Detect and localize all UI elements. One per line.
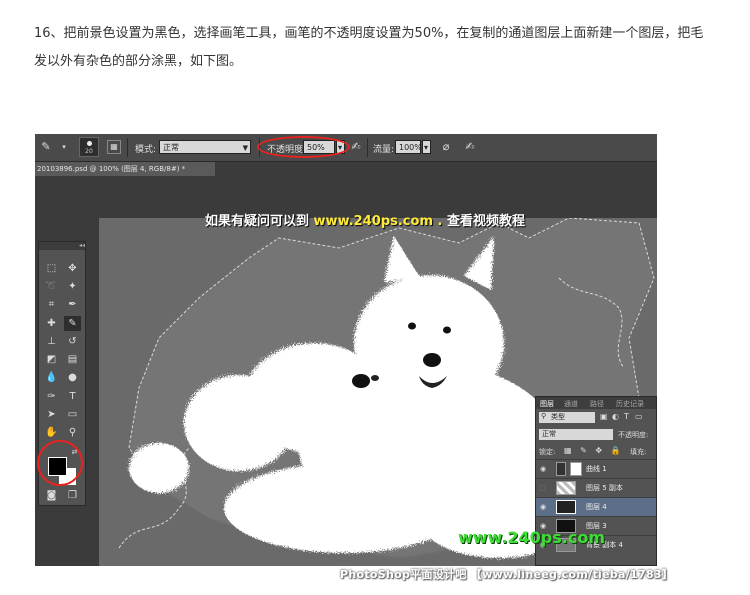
adjustment-layer-thumbnail xyxy=(556,462,566,476)
article-step-text: 16、把前景色设置为黑色，选择画笔工具，画笔的不透明度设置为50%，在复制的通道… xyxy=(34,26,704,69)
layer-name: 图层 4 xyxy=(586,503,607,511)
opacity-highlight-ring xyxy=(257,136,350,158)
panel-collapse-icon[interactable]: ◂◂ xyxy=(39,242,85,250)
brush-tool-icon[interactable]: ✎ xyxy=(39,140,53,154)
screen-mode-icon[interactable]: ❐ xyxy=(64,488,81,503)
layer-mask-thumbnail xyxy=(570,462,582,476)
layer-thumbnail xyxy=(556,500,576,514)
lock-label: 锁定: xyxy=(539,448,556,456)
airbrush-icon[interactable]: ⌀ xyxy=(439,140,453,154)
marquee-tool-icon[interactable]: ⬚ xyxy=(43,261,60,276)
flow-value: 100% xyxy=(399,143,422,152)
move-tool-icon[interactable]: ✥ xyxy=(64,261,81,276)
history-brush-tool-icon[interactable]: ↺ xyxy=(64,334,81,349)
pixel-filter-icon[interactable]: ▣ xyxy=(600,412,608,421)
mode-label: 模式: xyxy=(135,145,157,155)
mode-value: 正常 xyxy=(163,143,179,152)
quick-selection-tool-icon[interactable]: ✦ xyxy=(64,279,81,294)
layer-filter-value: 类型 xyxy=(551,413,565,421)
layer-name: 图层 5 副本 xyxy=(586,484,623,492)
adjustment-filter-icon[interactable]: ◐ xyxy=(612,412,619,421)
document-tab[interactable]: 20103896.psd @ 100% (图层 4, RGB/8#) * xyxy=(35,162,215,176)
separator xyxy=(127,138,128,157)
panel-tabs: 图层 通道 路径 历史记录 xyxy=(536,397,656,409)
mode-select[interactable]: 正常 ▼ xyxy=(159,140,251,154)
eyedropper-tool-icon[interactable]: ✒ xyxy=(64,297,81,312)
pressure-size-icon[interactable]: ✍ xyxy=(463,140,477,154)
brush-size-value: 20 xyxy=(85,148,93,155)
watermark-url: www.240ps.com xyxy=(313,214,433,229)
tab-history[interactable]: 历史记录 xyxy=(616,399,644,409)
dodge-tool-icon[interactable]: ● xyxy=(64,370,81,385)
tab-channels[interactable]: 通道 xyxy=(564,399,578,409)
quick-mask-icon[interactable]: ◙ xyxy=(43,488,60,503)
brush-panel-icon[interactable]: ▦ xyxy=(107,140,121,154)
canvas-footer-watermark: www.240ps.com xyxy=(458,528,605,547)
blend-mode-value: 正常 xyxy=(542,430,556,438)
eye-icon[interactable]: ◉ xyxy=(540,503,546,511)
color-swatch-highlight-ring xyxy=(37,440,83,486)
photoshop-screenshot: ✎ ▾ 20 ▦ 模式: 正常 ▼ 不透明度: 50% ▾ ✍ 流量: 100%… xyxy=(35,134,657,566)
shape-tool-icon[interactable]: ▭ xyxy=(64,407,81,422)
crop-tool-icon[interactable]: ⌗ xyxy=(43,297,60,312)
chevron-down-icon: ▾ xyxy=(424,143,429,152)
watermark-suffix: 查看视频教程 xyxy=(447,214,526,229)
separator xyxy=(367,138,368,157)
hand-tool-icon[interactable]: ✋ xyxy=(43,425,60,440)
search-icon: ⚲ xyxy=(541,412,547,420)
zoom-tool-icon[interactable]: ⚲ xyxy=(64,425,81,440)
layer-row-selected[interactable]: ◉ 图层 4 xyxy=(536,497,656,516)
eye-icon[interactable]: ◉ xyxy=(540,465,546,473)
blur-tool-icon[interactable]: 💧 xyxy=(43,370,60,385)
brush-preset-picker[interactable]: 20 xyxy=(79,137,99,157)
options-bar: ✎ ▾ 20 ▦ 模式: 正常 ▼ 不透明度: 50% ▾ ✍ 流量: 100%… xyxy=(35,134,657,162)
pressure-opacity-icon[interactable]: ✍ xyxy=(349,140,363,154)
tab-paths[interactable]: 路径 xyxy=(590,399,604,409)
site-caption: PhotoShop平面设计吧 【www.lineeg.com/tieba/178… xyxy=(340,568,674,581)
brush-tool-icon[interactable]: ✎ xyxy=(64,316,81,331)
eye-hidden-icon[interactable]: □ xyxy=(540,484,547,492)
tool-preset-arrow-icon[interactable]: ▾ xyxy=(57,140,71,154)
healing-brush-tool-icon[interactable]: ✚ xyxy=(43,316,60,331)
eraser-tool-icon[interactable]: ◩ xyxy=(43,352,60,367)
tools-panel: ◂◂ ⬚ ✥ ➰ ✦ ⌗ ✒ ✚ ✎ ⊥ ↺ ◩ ▤ 💧 ● ✑ T ➤ ▭ ✋… xyxy=(37,241,86,506)
gradient-tool-icon[interactable]: ▤ xyxy=(64,352,81,367)
flow-label: 流量: xyxy=(373,145,395,155)
layer-filter-select[interactable]: 类型 xyxy=(539,412,595,423)
layer-row[interactable]: ◉ 曲线 1 xyxy=(536,459,656,478)
layer-row[interactable]: □ 图层 5 副本 xyxy=(536,478,656,497)
layer-thumbnail xyxy=(556,481,576,495)
path-selection-tool-icon[interactable]: ➤ xyxy=(43,407,60,422)
lasso-tool-icon[interactable]: ➰ xyxy=(43,279,60,294)
layer-opacity-label: 不透明度: xyxy=(618,431,649,439)
type-tool-icon[interactable]: T xyxy=(64,389,81,404)
shape-filter-icon[interactable]: ▭ xyxy=(635,412,643,421)
lock-icons[interactable]: ▦ ✎ ✥ 🔒 xyxy=(564,446,624,455)
blend-mode-select[interactable]: 正常 xyxy=(539,429,613,440)
watermark-prefix: 如果有疑问可以到 xyxy=(205,214,310,229)
type-filter-icon[interactable]: T xyxy=(624,412,629,421)
clone-stamp-tool-icon[interactable]: ⊥ xyxy=(43,334,60,349)
layer-name: 曲线 1 xyxy=(586,465,607,473)
fill-label: 填充: xyxy=(630,448,647,456)
flow-input[interactable]: 100% xyxy=(395,140,422,154)
flow-dropdown-button[interactable]: ▾ xyxy=(422,140,431,154)
pen-tool-icon[interactable]: ✑ xyxy=(43,389,60,404)
chevron-down-icon: ▼ xyxy=(242,144,248,152)
tab-layers[interactable]: 图层 xyxy=(540,399,554,409)
canvas-watermark: 如果有疑问可以到 www.240ps.com . 查看视频教程 xyxy=(205,214,526,229)
